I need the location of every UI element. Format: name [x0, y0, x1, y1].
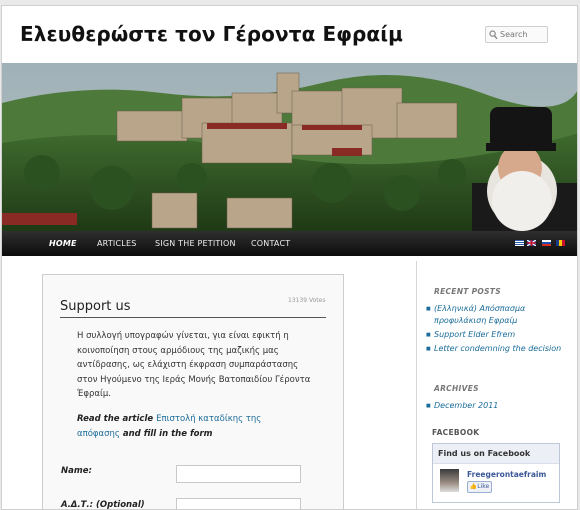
site-title[interactable]: Ελευθερώστε τον Γέροντα Εφραίμ — [20, 22, 403, 46]
page: Ελευθερώστε τον Γέροντα Εφραίμ Search HO… — [1, 5, 578, 510]
petition-widget: Support us 13139 Votes Η συλλογή υπογραφ… — [42, 274, 344, 510]
recent-posts-heading: RECENT POSTS — [434, 287, 501, 296]
read-suffix: and fill in the form — [122, 428, 213, 439]
page-avatar[interactable] — [440, 469, 459, 492]
nav-sign-the-petition[interactable]: SIGN THE PETITION — [155, 239, 236, 248]
search-icon — [489, 30, 498, 40]
sidebar-divider — [416, 261, 417, 509]
recent-posts-list: (Ελληνικά) Απόσπασμα προφυλάκιση Εφραίμ … — [426, 303, 564, 357]
nav-articles[interactable]: ARTICLES — [97, 239, 136, 248]
russian-flag-icon[interactable] — [542, 240, 551, 246]
archives-list: December 2011 — [426, 400, 564, 414]
facebook-page-name[interactable]: Freegerontaefraim — [467, 470, 546, 479]
header-banner-image — [2, 63, 577, 231]
recent-post-link[interactable]: Letter condemning the decision — [426, 343, 564, 355]
greek-flag-icon[interactable] — [515, 240, 524, 246]
facebook-heading: FACEBOOK — [432, 428, 480, 437]
facebook-like-box: Find us on Facebook Freegerontaefraim 👍L… — [432, 443, 560, 503]
archives-heading: ARCHIVES — [434, 384, 479, 393]
recent-post-link[interactable]: (Ελληνικά) Απόσπασμα προφυλάκιση Εφραίμ — [426, 303, 564, 327]
facebook-box-header[interactable]: Find us on Facebook — [433, 444, 559, 464]
search-box[interactable] — [485, 26, 548, 43]
read-article-line: Read the article Επιστολή καταδίκης της … — [77, 412, 297, 441]
adt-label: Α.Δ.Τ.: (Optional) — [61, 500, 145, 510]
name-field[interactable] — [176, 465, 301, 483]
site-header: Ελευθερώστε τον Γέροντα Εφραίμ — [2, 6, 577, 63]
recent-post-link[interactable]: Support Elder Efrem — [426, 329, 564, 341]
adt-field[interactable] — [176, 498, 301, 509]
votes-count: 13139 Votes — [288, 297, 326, 304]
read-prefix: Read the article — [77, 414, 154, 424]
main-navigation: HOME ARTICLES SIGN THE PETITION CONTACT — [2, 231, 577, 256]
uk-flag-icon[interactable] — [527, 240, 536, 246]
name-label: Name: — [61, 466, 92, 476]
petition-title: Support us — [60, 299, 131, 314]
archive-link[interactable]: December 2011 — [426, 400, 564, 412]
like-button[interactable]: 👍Like — [467, 481, 492, 493]
nav-home[interactable]: HOME — [49, 239, 77, 248]
search-input[interactable] — [500, 27, 546, 42]
nav-contact[interactable]: CONTACT — [251, 239, 290, 248]
petition-intro-text: Η συλλογή υπογραφών γίνεται, για είναι ε… — [77, 331, 311, 399]
romanian-flag-icon[interactable] — [556, 240, 565, 246]
title-divider — [60, 317, 326, 318]
